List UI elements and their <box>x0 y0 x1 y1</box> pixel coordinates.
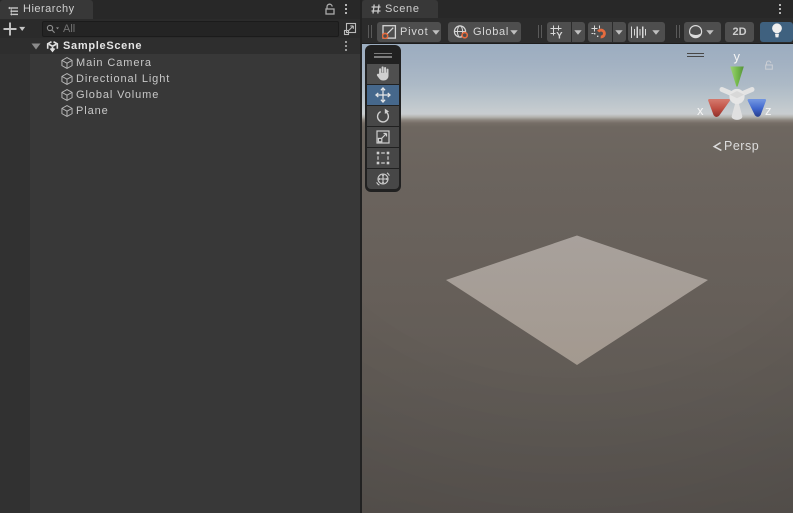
svg-text:x: x <box>697 103 704 118</box>
svg-text:y: y <box>734 49 741 64</box>
svg-text:z: z <box>765 103 772 118</box>
svg-text:Y: Y <box>556 30 563 39</box>
